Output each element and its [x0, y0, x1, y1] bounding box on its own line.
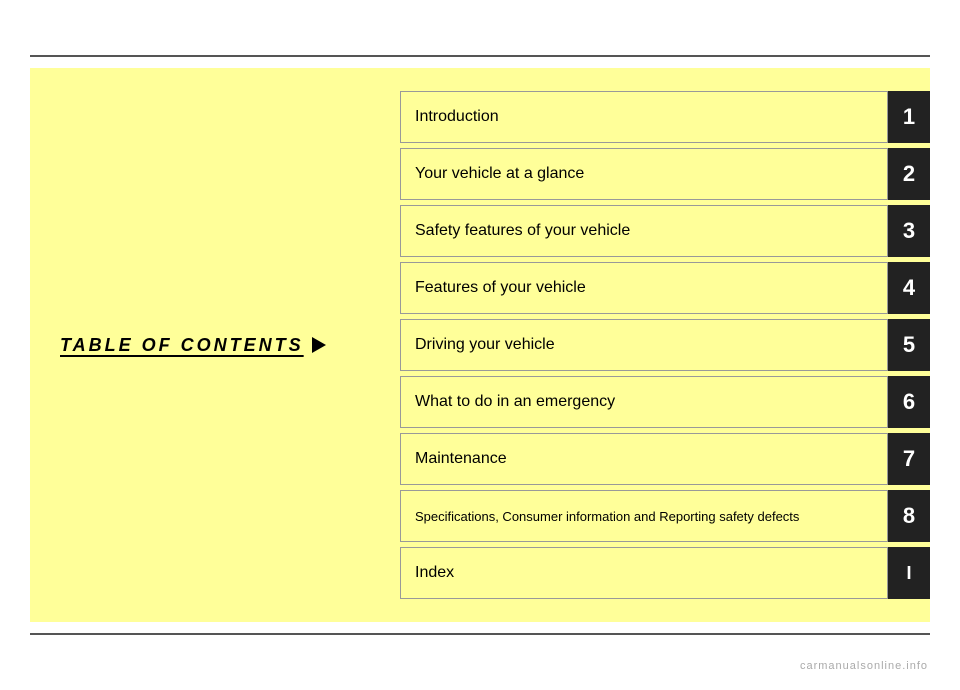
left-panel: TABLE OF CONTENTS: [30, 68, 390, 622]
table-row[interactable]: Introduction1: [400, 91, 930, 143]
toc-item-label: Driving your vehicle: [400, 319, 888, 371]
toc-item-number: 7: [888, 433, 930, 485]
toc-item-label: Your vehicle at a glance: [400, 148, 888, 200]
toc-list: Introduction1Your vehicle at a glance2Sa…: [390, 68, 930, 622]
toc-item-label: Specifications, Consumer information and…: [400, 490, 888, 542]
table-row[interactable]: IndexI: [400, 547, 930, 599]
table-row[interactable]: Safety features of your vehicle3: [400, 205, 930, 257]
watermark: carmanualsonline.info: [800, 660, 928, 672]
toc-item-number: I: [888, 547, 930, 599]
toc-item-number: 1: [888, 91, 930, 143]
table-row[interactable]: Maintenance7: [400, 433, 930, 485]
table-row[interactable]: What to do in an emergency6: [400, 376, 930, 428]
toc-item-label: Index: [400, 547, 888, 599]
toc-item-label: Features of your vehicle: [400, 262, 888, 314]
top-divider: [30, 55, 930, 57]
toc-item-number: 4: [888, 262, 930, 314]
table-row[interactable]: Driving your vehicle5: [400, 319, 930, 371]
title-arrow-icon: [312, 337, 326, 353]
table-row[interactable]: Features of your vehicle4: [400, 262, 930, 314]
main-container: TABLE OF CONTENTS Introduction1Your vehi…: [30, 68, 930, 622]
toc-item-number: 8: [888, 490, 930, 542]
title-block: TABLE OF CONTENTS: [60, 335, 326, 356]
toc-item-label: Maintenance: [400, 433, 888, 485]
toc-item-label: What to do in an emergency: [400, 376, 888, 428]
toc-item-number: 2: [888, 148, 930, 200]
toc-item-label: Introduction: [400, 91, 888, 143]
bottom-divider: [30, 633, 930, 635]
toc-item-label: Safety features of your vehicle: [400, 205, 888, 257]
toc-item-number: 3: [888, 205, 930, 257]
toc-title: TABLE OF CONTENTS: [60, 335, 304, 356]
table-row[interactable]: Your vehicle at a glance2: [400, 148, 930, 200]
toc-item-number: 6: [888, 376, 930, 428]
toc-item-number: 5: [888, 319, 930, 371]
table-row[interactable]: Specifications, Consumer information and…: [400, 490, 930, 542]
